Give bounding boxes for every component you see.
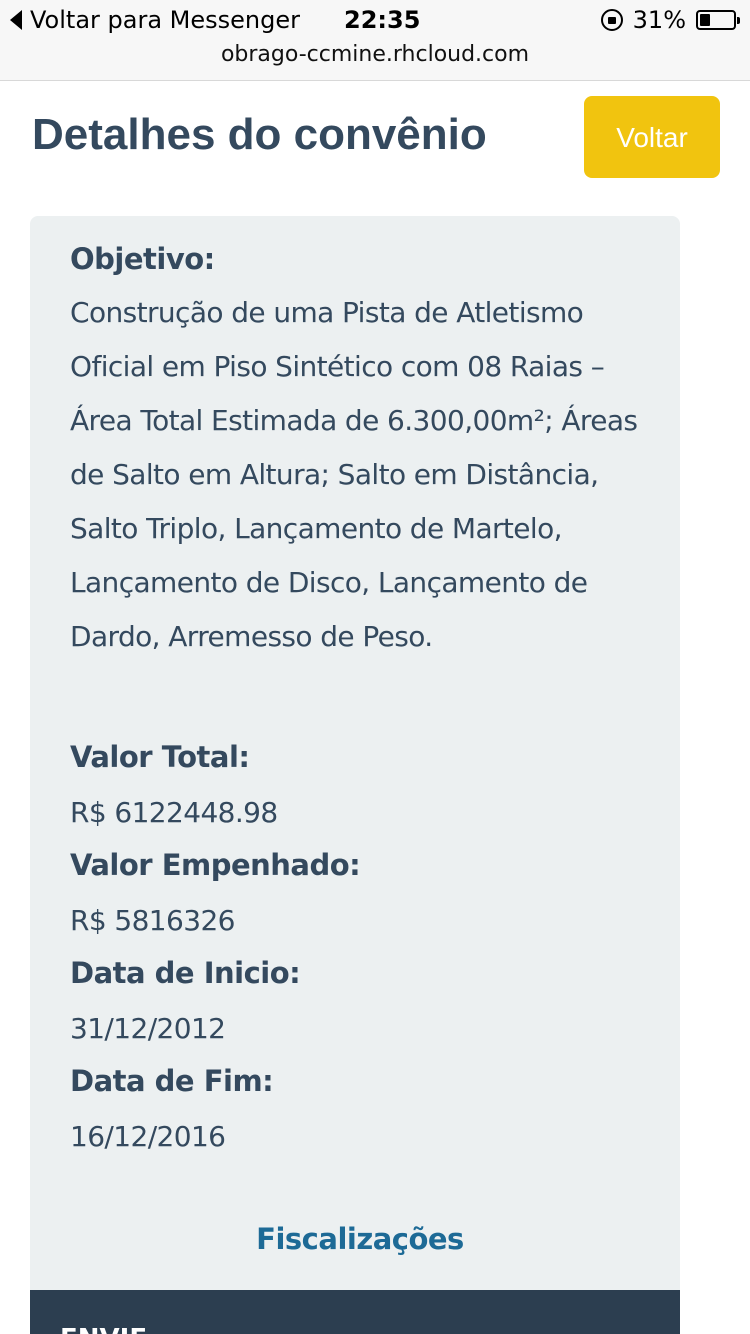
battery-icon [696,10,740,30]
committed-value-label: Valor Empenhado: [70,848,361,882]
objective-label: Objetivo: [70,242,215,276]
back-to-messenger-label: Voltar para Messenger [30,6,300,34]
end-date-label: Data de Fim: [70,1064,274,1098]
back-button[interactable]: Voltar [584,96,720,178]
status-indicators: 31% [600,6,740,34]
committed-value: R$ 5816326 [70,904,235,937]
page-title: Detalhes do convênio [32,110,487,159]
status-bar: Voltar para Messenger 22:35 31% [0,0,750,40]
rotation-lock-icon [600,9,623,31]
start-date-label: Data de Inicio: [70,956,301,990]
chevron-left-icon [10,10,22,30]
battery-percent: 31% [632,6,686,34]
inspections-link[interactable]: Fiscalizações [0,1222,720,1256]
footer-panel: ENVIE [30,1290,680,1334]
clock: 22:35 [344,6,421,34]
back-to-messenger-link[interactable]: Voltar para Messenger [10,6,300,34]
footer-heading: ENVIE [60,1324,147,1334]
start-date: 31/12/2012 [70,1012,226,1045]
address-bar[interactable]: obrago-ccmine.rhcloud.com [0,40,750,81]
url-text: obrago-ccmine.rhcloud.com [220,42,530,67]
battery-level-fill [700,14,710,26]
total-value-label: Valor Total: [70,740,250,774]
total-value: R$ 6122448.98 [70,796,278,829]
end-date: 16/12/2016 [70,1120,226,1153]
objective-text: Construção de uma Pista de Atletismo Ofi… [70,296,638,653]
